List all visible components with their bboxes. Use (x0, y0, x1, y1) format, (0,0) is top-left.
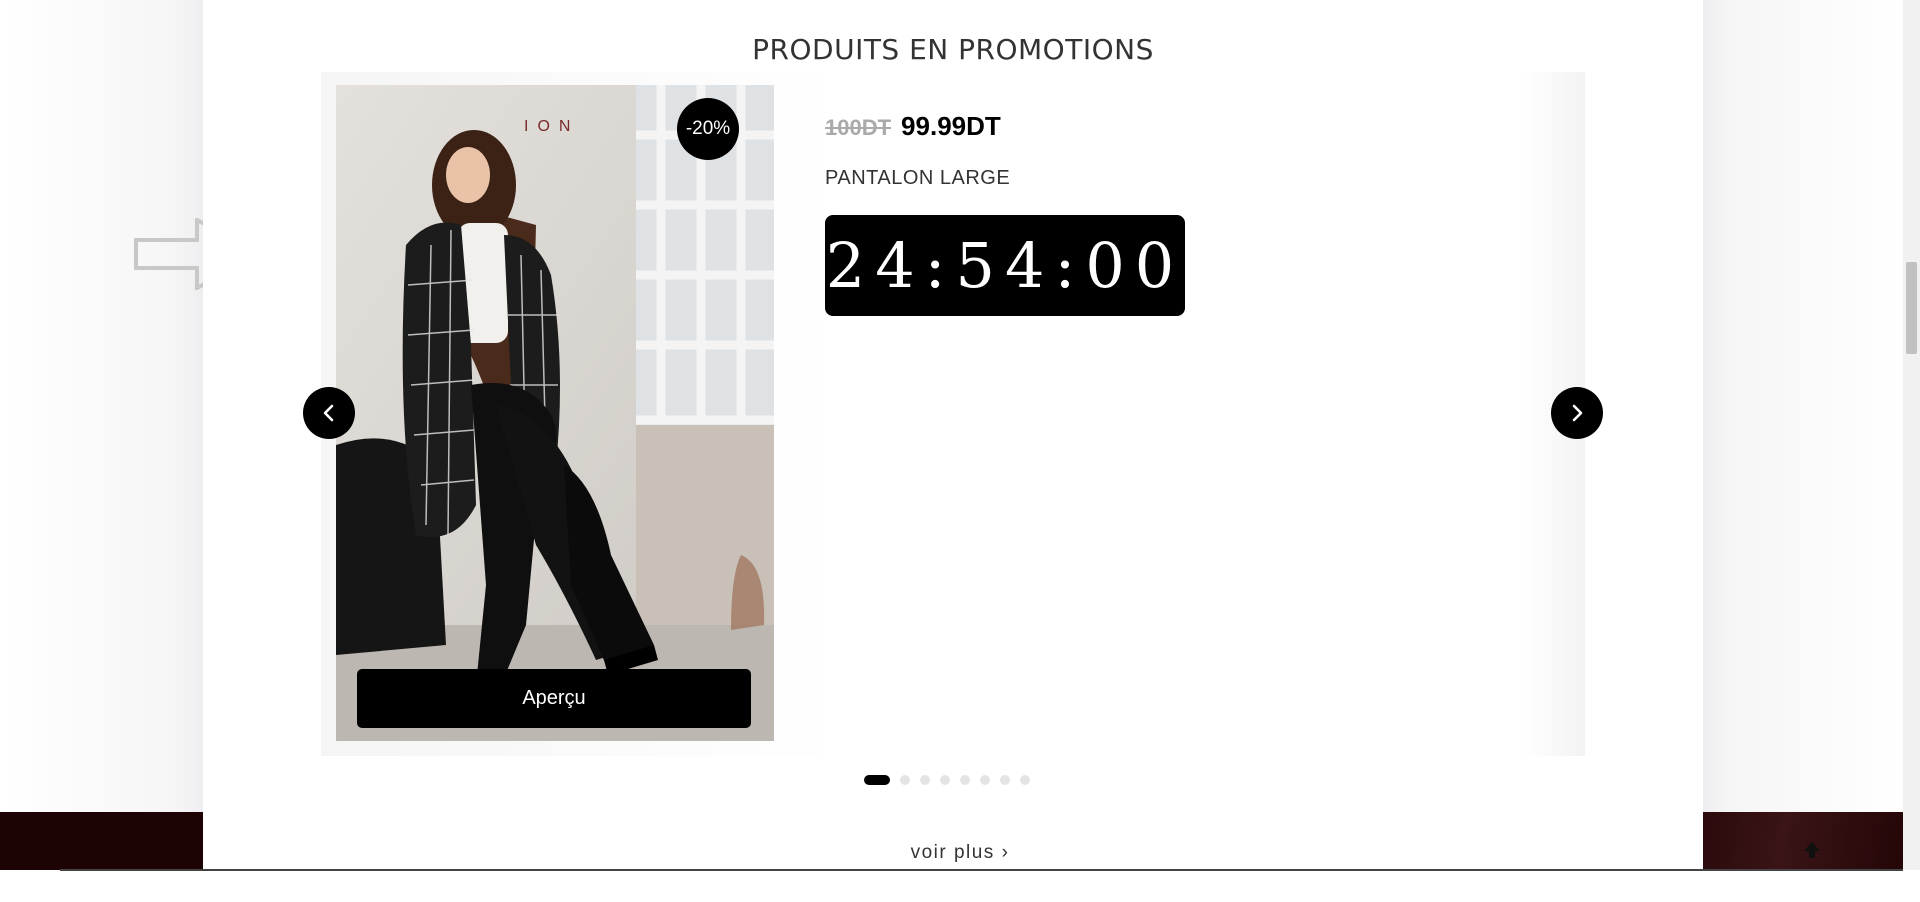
scrollbar-thumb[interactable] (1906, 262, 1917, 354)
new-price: 99.99DT (901, 111, 1001, 141)
price-row: 100DT 99.99DT (825, 111, 1001, 142)
carousel-dot[interactable] (960, 775, 970, 785)
brand-mark: ION (524, 118, 579, 135)
scrollbar-track[interactable] (1903, 0, 1920, 870)
voir-plus-link[interactable]: voir plus › (0, 842, 1920, 864)
chevron-right-icon (1572, 404, 1583, 422)
product-image[interactable]: ION (336, 85, 774, 741)
section-title: PRODUITS EN PROMOTIONS (752, 33, 1154, 67)
carousel-dot[interactable] (940, 775, 950, 785)
carousel-dot[interactable] (1020, 775, 1030, 785)
preview-button[interactable]: Aperçu (357, 669, 751, 728)
discount-badge: -20% (677, 98, 739, 160)
page-background-left (0, 0, 203, 812)
bottom-blank-area (0, 871, 1920, 902)
carousel-prev-button[interactable] (303, 387, 355, 439)
carousel-pagination (864, 775, 1030, 785)
product-name[interactable]: PANTALON LARGE (825, 167, 1010, 190)
carousel-dot[interactable] (900, 775, 910, 785)
carousel-dot[interactable] (980, 775, 990, 785)
countdown-timer: 24:54:00 (825, 215, 1185, 316)
chevron-left-icon (323, 404, 334, 422)
carousel-dot[interactable] (1000, 775, 1010, 785)
old-price: 100DT (825, 115, 892, 140)
carousel-next-button[interactable] (1551, 387, 1603, 439)
carousel-dot[interactable] (864, 775, 890, 785)
carousel-dot[interactable] (920, 775, 930, 785)
page-background-right (1703, 0, 1903, 812)
